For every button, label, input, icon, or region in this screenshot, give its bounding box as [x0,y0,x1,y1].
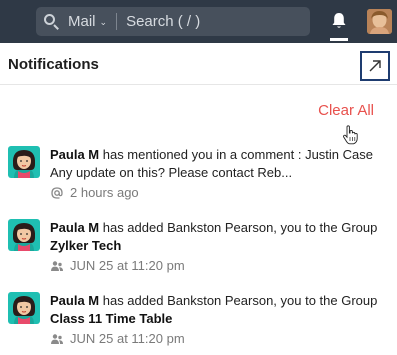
at-icon [51,187,63,199]
avatar [8,219,40,251]
user-avatar[interactable] [367,9,392,34]
notification-group: Class 11 Time Table [50,311,173,326]
popout-button[interactable] [360,51,390,81]
chevron-down-icon: ⌄ [99,17,108,27]
notification-message: has mentioned you in a comment : Justin … [50,147,373,180]
notification-meta: JUN 25 at 11:20 pm [50,257,380,275]
notification-item[interactable]: Paula M has mentioned you in a comment :… [0,146,397,206]
notification-message: has added Bankston Pearson, you to the G… [99,220,378,235]
search-scope-label: Mail [68,13,96,30]
notification-actor: Paula M [50,220,100,235]
hand-cursor-icon [343,125,358,145]
search-input[interactable]: Search ( / ) [126,13,200,30]
clear-all-link[interactable]: Clear All [318,102,374,119]
search-icon [42,7,68,36]
notification-actor: Paula M [50,147,100,162]
notifications-header: Notifications [0,43,397,85]
page-title: Notifications [8,56,99,73]
avatar [8,292,40,324]
search-divider [116,13,118,30]
notification-item[interactable]: Paula M has added Bankston Pearson, you … [0,219,397,279]
avatar [8,146,40,178]
group-icon [51,261,63,271]
notification-text: Paula M has mentioned you in a comment :… [50,146,380,202]
notification-item[interactable]: Paula M has added Bankston Pearson, you … [0,292,397,354]
search-scope-dropdown[interactable]: Mail ⌄ [68,13,107,30]
notification-text: Paula M has added Bankston Pearson, you … [50,219,380,275]
notification-time: 2 hours ago [70,185,139,200]
notification-group: Zylker Tech [50,238,122,253]
group-icon [51,334,63,344]
bell-icon[interactable] [331,12,347,30]
notification-message: has added Bankston Pearson, you to the G… [99,293,378,308]
search-bar[interactable]: Mail ⌄ Search ( / ) [36,7,310,36]
notification-time: JUN 25 at 11:20 pm [70,258,185,273]
notification-time: JUN 25 at 11:20 pm [70,331,185,346]
notification-meta: 2 hours ago [50,184,380,202]
notification-meta: JUN 25 at 11:20 pm [50,330,380,348]
top-bar: Mail ⌄ Search ( / ) [0,0,397,43]
arrow-up-right-icon [369,60,381,72]
notification-text: Paula M has added Bankston Pearson, you … [50,292,380,348]
active-tab-indicator [330,38,348,41]
notification-actor: Paula M [50,293,100,308]
